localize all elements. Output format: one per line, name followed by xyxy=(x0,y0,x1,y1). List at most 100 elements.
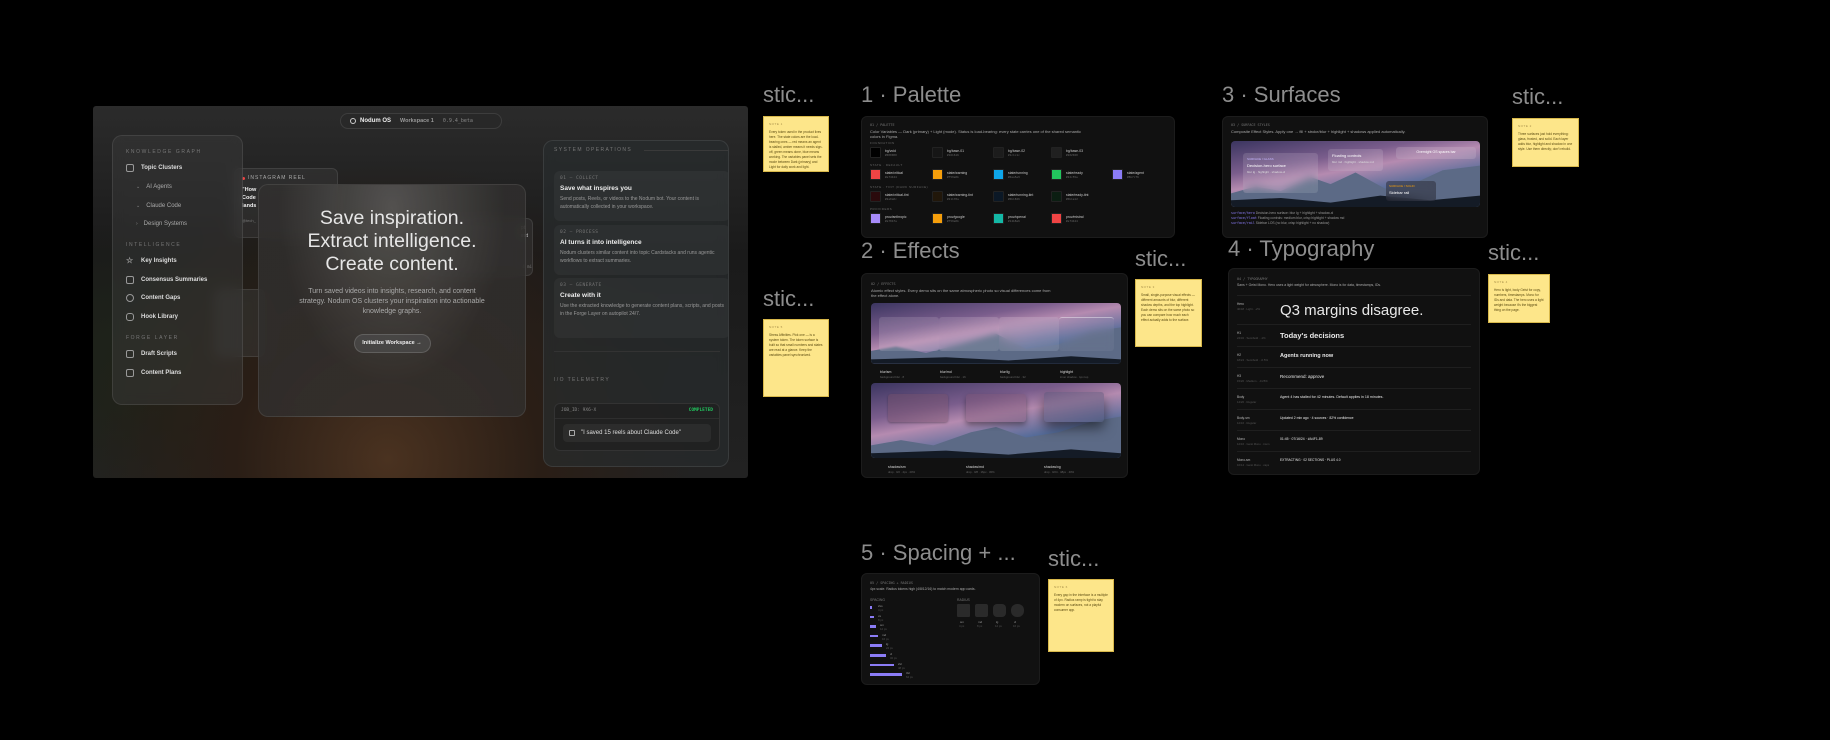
color-swatch[interactable]: prov/anthropic #a78bfa xyxy=(870,213,907,224)
type-token: H3 xyxy=(1237,374,1242,378)
color-swatch[interactable]: state/ready-tint #0b1e12 xyxy=(1051,191,1088,202)
swatch-hex: #f59e0b xyxy=(947,218,959,223)
chevron-down-icon: ⌄ xyxy=(136,202,141,209)
job-card[interactable]: JOB_ID: 9X6-X COMPLETED "I saved 15 reel… xyxy=(554,403,720,451)
sidebar-item-draft-scripts[interactable]: Draft Scripts xyxy=(113,345,242,364)
color-swatch[interactable]: state/critical #ef4444 xyxy=(870,169,903,180)
effect-meta: background blur · 32 xyxy=(1000,375,1026,379)
color-swatch[interactable]: state/critical-tint #2a0a0c xyxy=(870,191,909,202)
sticky-note[interactable]: NOTE 2 Three surfaces just hold everythin… xyxy=(1512,118,1579,167)
description: 4px scale. Radius tokens high (4/8/12/16… xyxy=(870,587,976,591)
spacing-bar xyxy=(870,654,886,657)
sticky-note[interactable]: NOTE 5 Stress Affinities. Pick one — is a… xyxy=(763,319,829,397)
initialize-workspace-button[interactable]: Initialize Workspace → xyxy=(353,334,431,353)
sticky-note[interactable]: NOTE 4 Hero is light, body Geist for copy… xyxy=(1488,274,1550,323)
brand[interactable]: Nodum OS xyxy=(350,118,391,124)
job-id: JOB_ID: 9X6-X xyxy=(561,408,597,413)
divider xyxy=(644,150,728,151)
hero-line: Save inspiration. xyxy=(319,207,465,229)
sidebar-item-content-gaps[interactable]: Content Gaps xyxy=(113,289,242,308)
circle-icon xyxy=(126,294,134,303)
swatch-hex: #8b7cf6 xyxy=(1127,174,1139,179)
effects-frame[interactable]: 02 / EFFECTS Atomic effect styles. Every… xyxy=(861,273,1128,478)
star-icon: ☆ xyxy=(126,256,134,266)
type-sample: Today's decisions xyxy=(1280,331,1345,340)
reel-tag: INSTAGRAM REEL xyxy=(248,175,306,181)
color-swatch[interactable]: bg/base-02 #1c1c1c xyxy=(993,147,1025,158)
sidebar-subitem-ai-agents[interactable]: ⌄ AI Agents xyxy=(113,178,242,197)
sticky-note[interactable]: NOTE 1 Every token used in the product li… xyxy=(763,116,829,172)
type-token: H1 xyxy=(1237,331,1242,335)
sticky-text: Every gap in the interface is a multiple… xyxy=(1054,593,1108,612)
sidebar-item-topic-clusters[interactable]: Topic Clusters xyxy=(113,159,242,178)
item-label: Consensus Summaries xyxy=(141,276,208,283)
top-pill: Nodum OS Workspace 1 0.9.4_beta xyxy=(340,113,502,129)
version-label: 0.9.4_beta xyxy=(442,118,473,124)
color-swatch[interactable]: prov/google #f59e0b xyxy=(932,213,965,224)
effect-meta: background blur · 8 xyxy=(880,375,905,379)
swatch-chip xyxy=(993,169,1004,180)
item-label: Draft Scripts xyxy=(141,350,178,357)
group-label: STATE · DEFAULT xyxy=(870,163,903,167)
color-swatch[interactable]: state/running-tint #0b1826 xyxy=(993,191,1033,202)
sidebar-subitem-claude-code[interactable]: ⌄ Claude Code xyxy=(113,196,242,215)
color-swatch[interactable]: bg/void #000000 xyxy=(870,147,897,158)
swatch-chip xyxy=(932,191,943,202)
spacing-frame[interactable]: 05 / SPACING + RADIUS 4px scale. Radius … xyxy=(861,573,1040,685)
color-swatch[interactable]: state/agent #8b7cf6 xyxy=(1112,169,1144,180)
swatch-name: state/ready-tint xyxy=(1066,192,1089,197)
type-token: Mono xyxy=(1237,437,1245,441)
type-row: Body 14/20 · Regular Agent 4 has stalled f… xyxy=(1237,388,1471,409)
section-intelligence: INTELLIGENCE xyxy=(126,241,182,248)
sticky-title[interactable]: stic... xyxy=(763,286,814,312)
hero-title: Save inspiration. Extract intelligence. … xyxy=(259,207,525,276)
swatch-chip xyxy=(1051,191,1062,202)
color-swatch[interactable]: bg/base-01 #161616 xyxy=(932,147,964,158)
color-swatch[interactable]: state/warning-tint #21170a xyxy=(932,191,973,202)
sticky-title[interactable]: stic... xyxy=(763,82,814,108)
swatch-chip xyxy=(1051,147,1062,158)
frame-title-effects[interactable]: 2 · Effects xyxy=(861,238,960,264)
nodum-landing-frame[interactable]: Nodum OS Workspace 1 0.9.4_beta INSTAGRA… xyxy=(93,106,748,478)
swatch-hex: #0b1826 xyxy=(1008,196,1020,201)
frame-title-surfaces[interactable]: 3 · Surfaces xyxy=(1222,82,1341,108)
sticky-title[interactable]: stic... xyxy=(1488,240,1539,266)
swatch-name: prov/google xyxy=(947,214,965,219)
frame-title-typography[interactable]: 4 · Typography xyxy=(1228,236,1374,262)
eyebrow: 03 / SURFACE STYLES xyxy=(1231,123,1270,127)
color-swatch[interactable]: state/running #0ea5e9 xyxy=(993,169,1028,180)
sidebar-subitem-design-systems[interactable]: › Design Systems xyxy=(113,215,242,234)
type-row: Mono-sm 10/14 · Geist Mono · caps EXTRACTI… xyxy=(1237,451,1471,472)
sidebar-item-consensus-summaries[interactable]: Consensus Summaries xyxy=(113,270,242,289)
color-swatch[interactable]: bg/base-03 #202020 xyxy=(1051,147,1083,158)
swatch-chip xyxy=(870,191,881,202)
color-swatch[interactable]: state/ready #22c55e xyxy=(1051,169,1083,180)
landscape-image xyxy=(871,383,1121,458)
surfaces-frame[interactable]: 03 / SURFACE STYLES Composite Effect Sty… xyxy=(1222,116,1488,238)
sticky-title[interactable]: stic... xyxy=(1048,546,1099,572)
color-swatch[interactable]: state/warning #f59e0b xyxy=(932,169,967,180)
typography-frame[interactable]: 04 / TYPOGRAPHY Sans + Geist Mono. Hero … xyxy=(1228,268,1480,475)
color-swatch[interactable]: prov/openai #14b8a6 xyxy=(993,213,1026,224)
sticky-note[interactable]: NOTE 3 Small, single-purpose visual effec… xyxy=(1135,279,1202,347)
frame-title-palette[interactable]: 1 · Palette xyxy=(861,82,961,108)
type-sample: Recommend: approve xyxy=(1280,374,1325,379)
sidebar-item-key-insights[interactable]: ☆ Key Insights xyxy=(113,252,242,271)
item-label: Content Gaps xyxy=(141,295,181,302)
sticky-note[interactable]: NOTE 6 Every gap in the interface is a mu… xyxy=(1048,579,1114,652)
sidebar-item-hook-library[interactable]: Hook Library xyxy=(113,308,242,327)
swatch-hex: #ef4444 xyxy=(885,174,897,179)
effect-meta: inner shadow · 1px top xyxy=(1060,375,1089,379)
landscape-image: SURFACE / GLASS Decision-hero surface blur… xyxy=(1231,141,1480,207)
color-swatch[interactable]: prov/mistral #ef4444 xyxy=(1051,213,1084,224)
group-label: PROVIDERS xyxy=(870,207,893,211)
frame-title-spacing[interactable]: 5 · Spacing + ... xyxy=(861,540,1016,566)
workspace-label[interactable]: Workspace 1 xyxy=(400,118,434,124)
sticky-title[interactable]: stic... xyxy=(1135,246,1186,272)
spacing-bar xyxy=(870,644,882,647)
palette-frame[interactable]: 01 / PALETTE Color Variables — Dark (pri… xyxy=(861,116,1175,238)
chevron-right-icon: › xyxy=(136,221,138,228)
sidebar-item-content-plans[interactable]: Content Plans xyxy=(113,363,242,382)
sticky-title[interactable]: stic... xyxy=(1512,84,1563,110)
step-label: 01 — COLLECT xyxy=(560,176,599,181)
